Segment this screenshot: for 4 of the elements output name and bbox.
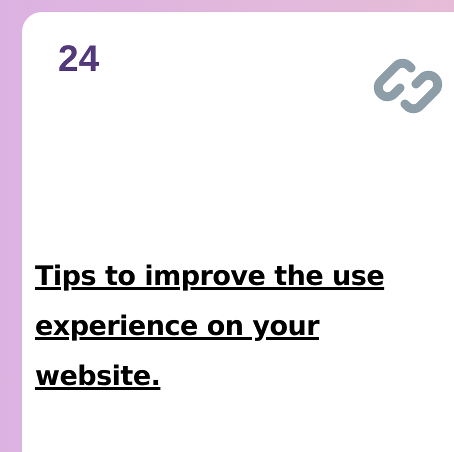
article-title-link[interactable]: experience on your: [35, 302, 320, 352]
article-title-link[interactable]: Tips to improve the use: [35, 252, 384, 302]
article-title-link[interactable]: website.: [35, 352, 160, 402]
card-number: 24: [58, 40, 100, 77]
